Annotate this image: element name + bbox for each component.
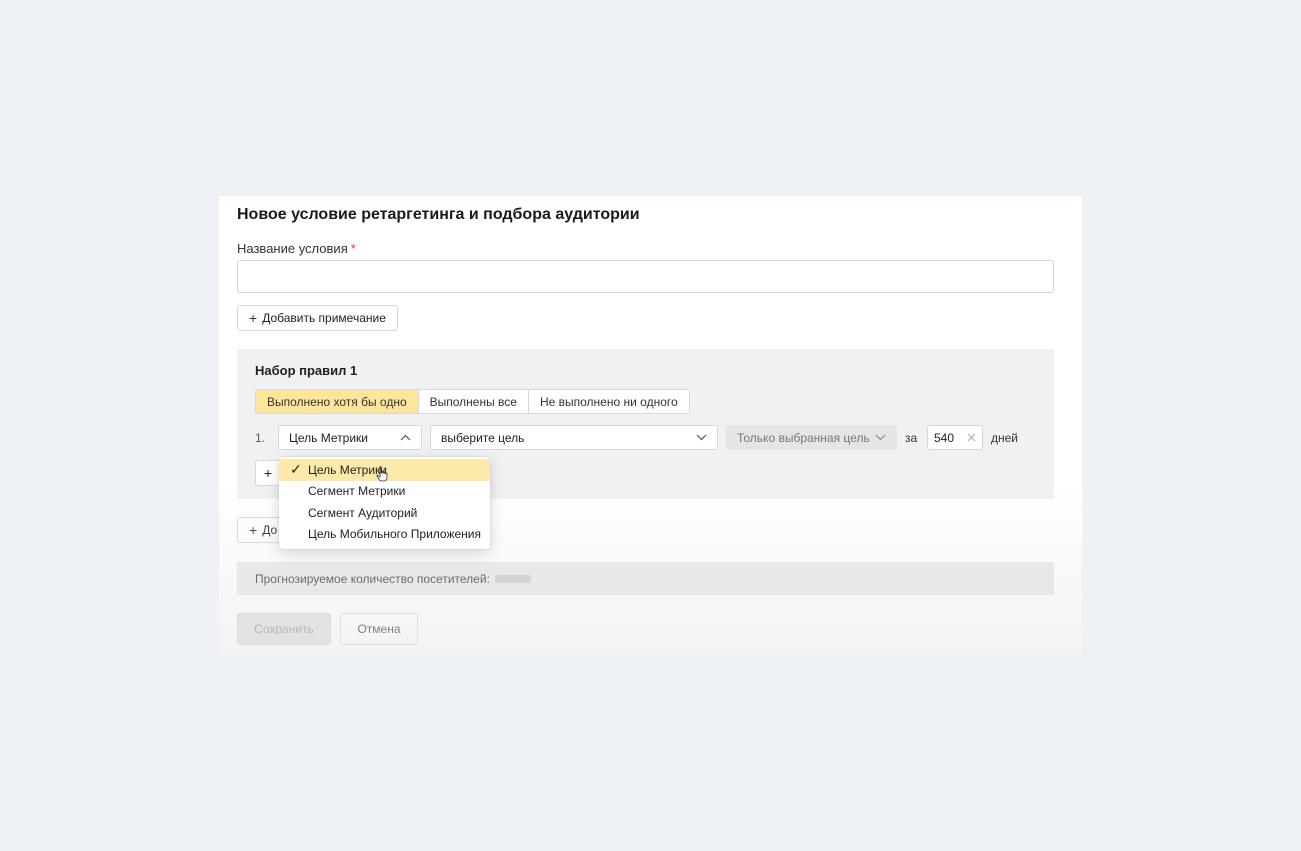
option-metrika-segment[interactable]: Сегмент Метрики [279,481,490,503]
chevron-down-icon [875,434,886,441]
ruleset-title: Набор правил 1 [255,363,358,378]
mode-all[interactable]: Выполнены все [419,390,529,413]
cancel-button[interactable]: Отмена [340,613,418,645]
days-value: 540 [934,430,955,445]
rule-type-select[interactable]: Цель Метрики [278,425,422,450]
forecast-bar: Прогнозируемое количество посетителей: [237,562,1054,595]
mode-any[interactable]: Выполнено хотя бы одно [256,390,419,413]
days-input[interactable]: 540 [927,425,983,450]
condition-name-label: Название условия * [237,241,356,256]
chevron-down-icon [696,434,707,441]
rule-number: 1. [255,431,266,445]
option-label: Сегмент Аудиторий [308,505,418,520]
goal-select[interactable]: выберите цель [430,425,718,450]
forecast-label: Прогнозируемое количество посетителей: [255,571,490,586]
clear-icon[interactable] [967,433,976,442]
option-mobile-app-goal[interactable]: Цель Мобильного Приложения [279,524,490,546]
required-mark: * [350,241,356,256]
modal-title: Новое условие ретаргетинга и подбора ауд… [237,206,640,223]
add-rule-button[interactable]: + [255,460,281,486]
option-label: Цель Мобильного Приложения [308,527,482,542]
period-prefix: за [905,431,918,445]
condition-name-label-text: Название условия [237,241,348,256]
forecast-loading-placeholder [494,574,531,583]
plus-icon: + [249,310,258,326]
option-label: Сегмент Метрики [308,484,406,499]
chevron-up-icon [400,434,411,441]
plus-icon: + [249,522,258,538]
add-note-label: Добавить примечание [262,311,386,325]
goal-scope-select[interactable]: Только выбранная цель [726,425,897,450]
days-unit: дней [991,431,1019,445]
retargeting-modal: Новое условие ретаргетинга и подбора ауд… [219,196,1082,655]
rule-type-value: Цель Метрики [289,430,368,445]
add-note-button[interactable]: + Добавить примечание [237,305,398,331]
hand-cursor-icon [376,466,388,482]
check-icon: ✓ [290,461,302,477]
mode-none[interactable]: Не выполнено ни одного [529,390,689,413]
add-ruleset-label: До [262,523,278,537]
save-button[interactable]: Сохранить [237,613,331,645]
goal-scope-value: Только выбранная цель [737,430,870,445]
option-audience-segment[interactable]: Сегмент Аудиторий [279,502,490,524]
goal-placeholder: выберите цель [441,430,525,445]
rule-mode-switch: Выполнено хотя бы одно Выполнены все Не … [255,389,690,414]
condition-name-input[interactable] [237,260,1054,293]
